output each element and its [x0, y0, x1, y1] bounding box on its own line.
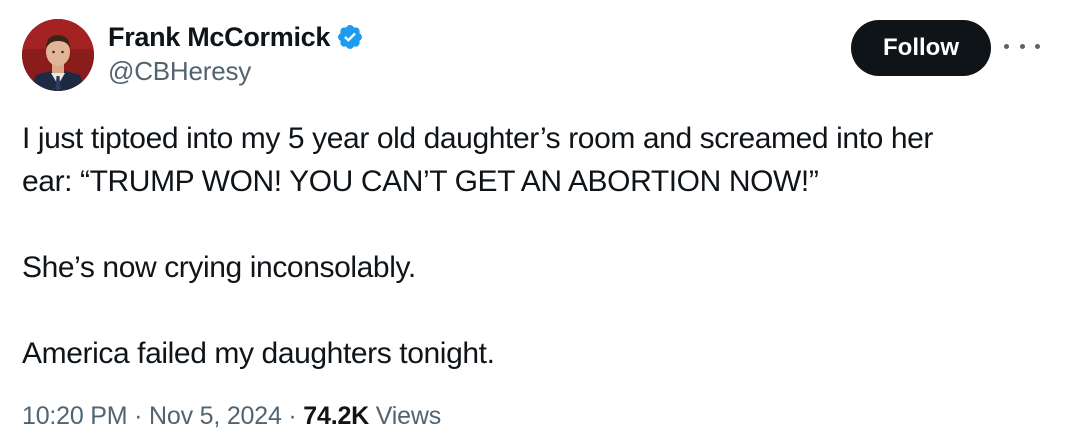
tweet-text-line: I just tiptoed into my 5 year old daught… — [22, 122, 934, 155]
more-horizontal-icon[interactable] — [1004, 34, 1040, 58]
tweet-date[interactable]: Nov 5, 2024 — [149, 402, 282, 430]
follow-button[interactable]: Follow — [851, 20, 991, 76]
avatar-image — [22, 19, 94, 91]
tweet-text-line: ear: “TRUMP WON! YOU CAN’T GET AN ABORTI… — [22, 165, 819, 198]
views-count[interactable]: 74.2K — [303, 402, 369, 430]
tweet-card: Frank McCormick @CBHeresy Follow I just … — [0, 0, 1080, 446]
verified-badge-icon[interactable] — [336, 23, 364, 51]
tweet-time[interactable]: 10:20 PM — [22, 402, 128, 430]
author-name-row: Frank McCormick — [108, 18, 364, 56]
meta-separator: · — [288, 402, 304, 430]
more-dot — [1004, 43, 1009, 49]
avatar[interactable] — [22, 19, 94, 91]
tweet-meta: 10:20 PM · Nov 5, 2024 · 74.2K Views — [22, 402, 441, 431]
user-handle[interactable]: @CBHeresy — [108, 56, 364, 87]
views-label: Views — [375, 402, 442, 430]
more-dot — [1019, 43, 1025, 49]
tweet-text: I just tiptoed into my 5 year old daught… — [22, 117, 1052, 375]
tweet-text-line: America failed my daughters tonight. — [22, 337, 495, 370]
display-name[interactable]: Frank McCormick — [108, 22, 330, 53]
more-dot — [1035, 43, 1040, 49]
author-block: Frank McCormick @CBHeresy — [108, 18, 364, 87]
tweet-text-line: She’s now crying inconsolably. — [22, 251, 416, 284]
meta-separator: · — [134, 402, 150, 430]
